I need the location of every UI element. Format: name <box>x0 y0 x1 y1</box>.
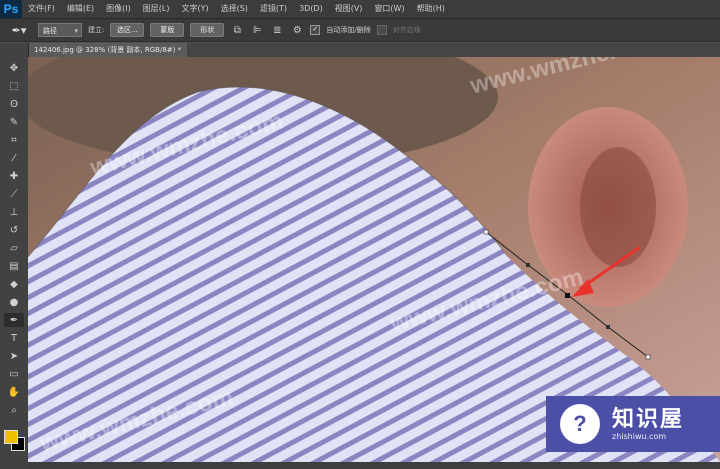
blur-icon[interactable]: ◆ <box>4 277 24 291</box>
menu-bar: Ps 文件(F) 编辑(E) 图像(I) 图层(L) 文字(Y) 选择(S) 滤… <box>0 0 720 18</box>
selection-button[interactable]: 选区... <box>110 23 145 37</box>
menu-image[interactable]: 图像(I) <box>100 0 137 18</box>
make-label: 建立: <box>88 26 105 34</box>
pen-icon[interactable]: ✒ <box>4 313 24 327</box>
menu-3d[interactable]: 3D(D) <box>293 0 329 18</box>
history-brush-icon[interactable]: ↺ <box>4 223 24 237</box>
document-tab-bar: 142406.jpg @ 328% (背景 副本, RGB/8#) * <box>28 43 720 57</box>
options-bar: ✒▾ 路径 建立: 选区... 蒙版 形状 ⧉ ⊫ ≣ ⚙ ✓ 自动添加/删除 … <box>0 18 720 42</box>
menu-help[interactable]: 帮助(H) <box>411 0 451 18</box>
status-bar <box>28 462 720 469</box>
menu-window[interactable]: 窗口(W) <box>368 0 410 18</box>
foreground-color-swatch[interactable] <box>4 430 18 444</box>
zoom-icon[interactable]: ⌕ <box>4 403 24 417</box>
lasso-icon[interactable]: ʘ <box>4 97 24 111</box>
align-edges-label: 对齐边缘 <box>392 26 421 34</box>
auto-add-delete-label: 自动添加/删除 <box>326 26 371 34</box>
auto-add-delete-checkbox[interactable]: ✓ <box>310 25 321 35</box>
brush-icon[interactable]: ⟋ <box>4 187 24 201</box>
type-icon[interactable]: T <box>4 331 24 345</box>
menu-select[interactable]: 选择(S) <box>215 0 254 18</box>
document-tab[interactable]: 142406.jpg @ 328% (背景 副本, RGB/8#) * <box>28 43 188 57</box>
marquee-icon[interactable]: ⬚ <box>4 79 24 93</box>
mask-button[interactable]: 蒙版 <box>150 23 185 37</box>
badge-subtitle: zhishiwu.com <box>612 431 667 441</box>
shape-button[interactable]: 形状 <box>190 23 225 37</box>
path-arrangement-icon[interactable]: ≣ <box>270 23 284 37</box>
site-badge: ? 知识屋 zhishiwu.com <box>546 396 720 452</box>
menu-edit[interactable]: 编辑(E) <box>61 0 100 18</box>
shape-icon[interactable]: ▭ <box>4 367 24 381</box>
path-alignment-icon[interactable]: ⊫ <box>250 23 264 37</box>
menu-view[interactable]: 视图(V) <box>329 0 369 18</box>
align-edges-checkbox[interactable] <box>376 25 387 35</box>
eyedropper-icon[interactable]: ⁄ <box>4 151 24 165</box>
path-select-icon[interactable]: ➤ <box>4 349 24 363</box>
path-operations-icon[interactable]: ⧉ <box>230 23 244 37</box>
menu-file[interactable]: 文件(F) <box>22 0 61 18</box>
menu-layer[interactable]: 图层(L) <box>137 0 176 18</box>
mode-select[interactable]: 路径 <box>38 23 82 38</box>
gradient-icon[interactable]: ▤ <box>4 259 24 273</box>
quick-select-icon[interactable]: ✎ <box>4 115 24 129</box>
menu-filter[interactable]: 滤镜(T) <box>254 0 293 18</box>
dodge-icon[interactable]: ● <box>4 295 24 309</box>
menu-type[interactable]: 文字(Y) <box>175 0 214 18</box>
question-icon: ? <box>560 404 600 444</box>
eraser-icon[interactable]: ▱ <box>4 241 24 255</box>
photoshop-logo: Ps <box>0 0 22 18</box>
move-icon[interactable]: ✥ <box>4 61 24 75</box>
gear-icon[interactable]: ⚙ <box>290 23 304 37</box>
pen-tool-preset-icon[interactable]: ✒▾ <box>6 22 32 38</box>
crop-icon[interactable]: ⌗ <box>4 133 24 147</box>
stamp-icon[interactable]: ⊥ <box>4 205 24 219</box>
badge-title: 知识屋 <box>612 406 685 432</box>
hand-icon[interactable]: ✋ <box>4 385 24 399</box>
healing-icon[interactable]: ✚ <box>4 169 24 183</box>
tools-panel: ✥ ⬚ ʘ ✎ ⌗ ⁄ ✚ ⟋ ⊥ ↺ ▱ ▤ ◆ ● ✒ T ➤ ▭ ✋ ⌕ <box>0 43 29 469</box>
